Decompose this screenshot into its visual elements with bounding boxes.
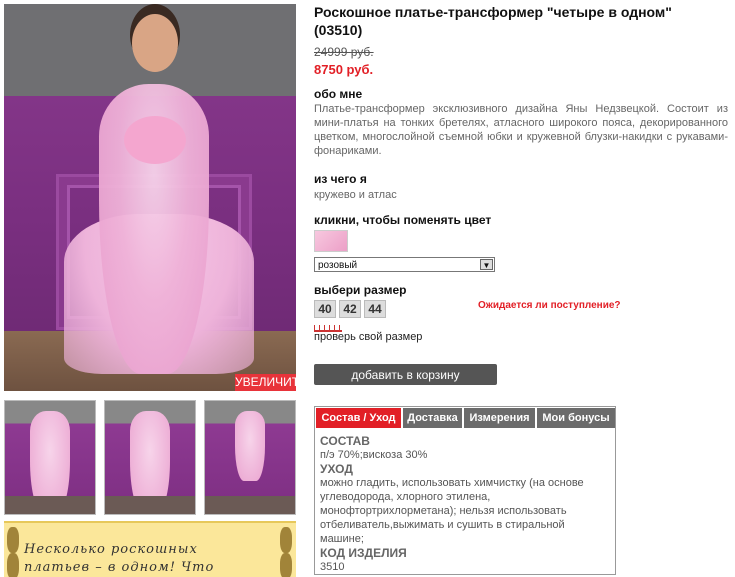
color-swatch-pink[interactable] [314, 230, 348, 252]
about-heading: обо мне [314, 87, 363, 101]
size-option-40[interactable]: 40 [314, 300, 336, 318]
tab-bonuses[interactable]: Мои бонусы [537, 408, 615, 428]
tab-measurements[interactable]: Измерения [464, 408, 535, 428]
tab-delivery[interactable]: Доставка [403, 408, 462, 428]
size-option-44[interactable]: 44 [364, 300, 386, 318]
promo-text: Несколько роскошных платьев – в одном! Ч… [24, 541, 214, 577]
footprint-icon [280, 553, 292, 577]
tab-content: СОСТАВ п/э 70%;вискоза 30% УХОД можно гл… [320, 434, 610, 574]
product-description: Платье-трансформер эксклюзивного дизайна… [314, 103, 728, 157]
old-price: 24999 руб. [314, 45, 374, 59]
promo-text-line1: Несколько роскошных [24, 542, 198, 557]
material-heading: из чего я [314, 172, 367, 186]
thumbnail-back[interactable] [204, 400, 296, 515]
thumbnail-floor [205, 496, 295, 514]
availability-link[interactable]: Ожидается ли поступление? [478, 300, 621, 311]
model-head [132, 14, 178, 72]
size-heading: выбери размер [314, 283, 407, 297]
tab-composition-care[interactable]: Состав / Уход [316, 408, 401, 428]
dress-bow [124, 116, 186, 164]
thumbnail-figure [235, 411, 265, 481]
composition-text: п/э 70%;вискоза 30% [320, 449, 428, 461]
composition-heading: СОСТАВ [320, 434, 370, 448]
care-heading: УХОД [320, 462, 353, 476]
thumbnail-floor [105, 496, 195, 514]
care-text: можно гладить, использовать химчистку (н… [320, 477, 584, 545]
main-product-photo[interactable] [4, 4, 296, 391]
color-select[interactable]: розовый ▼ [314, 257, 495, 272]
enlarge-button[interactable]: УВЕЛИЧИТЬ [235, 374, 307, 391]
product-title: Роскошное платье-трансформер "четыре в о… [314, 4, 672, 38]
promo-banner[interactable]: Несколько роскошных платьев – в одном! Ч… [4, 521, 296, 577]
check-size-link[interactable]: проверь свой размер [314, 331, 422, 343]
color-select-value: розовый [318, 260, 358, 271]
thumbnail-floor [5, 496, 95, 514]
footprint-icon [7, 553, 19, 577]
add-to-cart-button[interactable]: добавить в корзину [314, 364, 497, 385]
color-heading: кликни, чтобы поменять цвет [314, 213, 492, 227]
product-material: кружево и атлас [314, 189, 397, 201]
promo-text-line2: платьев – в одном! Что [24, 560, 215, 575]
size-option-42[interactable]: 42 [339, 300, 361, 318]
chevron-down-icon[interactable]: ▼ [480, 259, 493, 270]
info-tabs: Состав / Уход Доставка Измерения Мои бон… [314, 406, 616, 575]
footprint-icon [280, 527, 292, 553]
footprint-icon [7, 527, 19, 553]
product-code: 3510 [320, 561, 345, 573]
code-heading: КОД ИЗДЕЛИЯ [320, 546, 407, 560]
new-price: 8750 руб. [314, 62, 374, 77]
thumbnail-side[interactable] [104, 400, 196, 515]
thumbnail-front[interactable] [4, 400, 96, 515]
